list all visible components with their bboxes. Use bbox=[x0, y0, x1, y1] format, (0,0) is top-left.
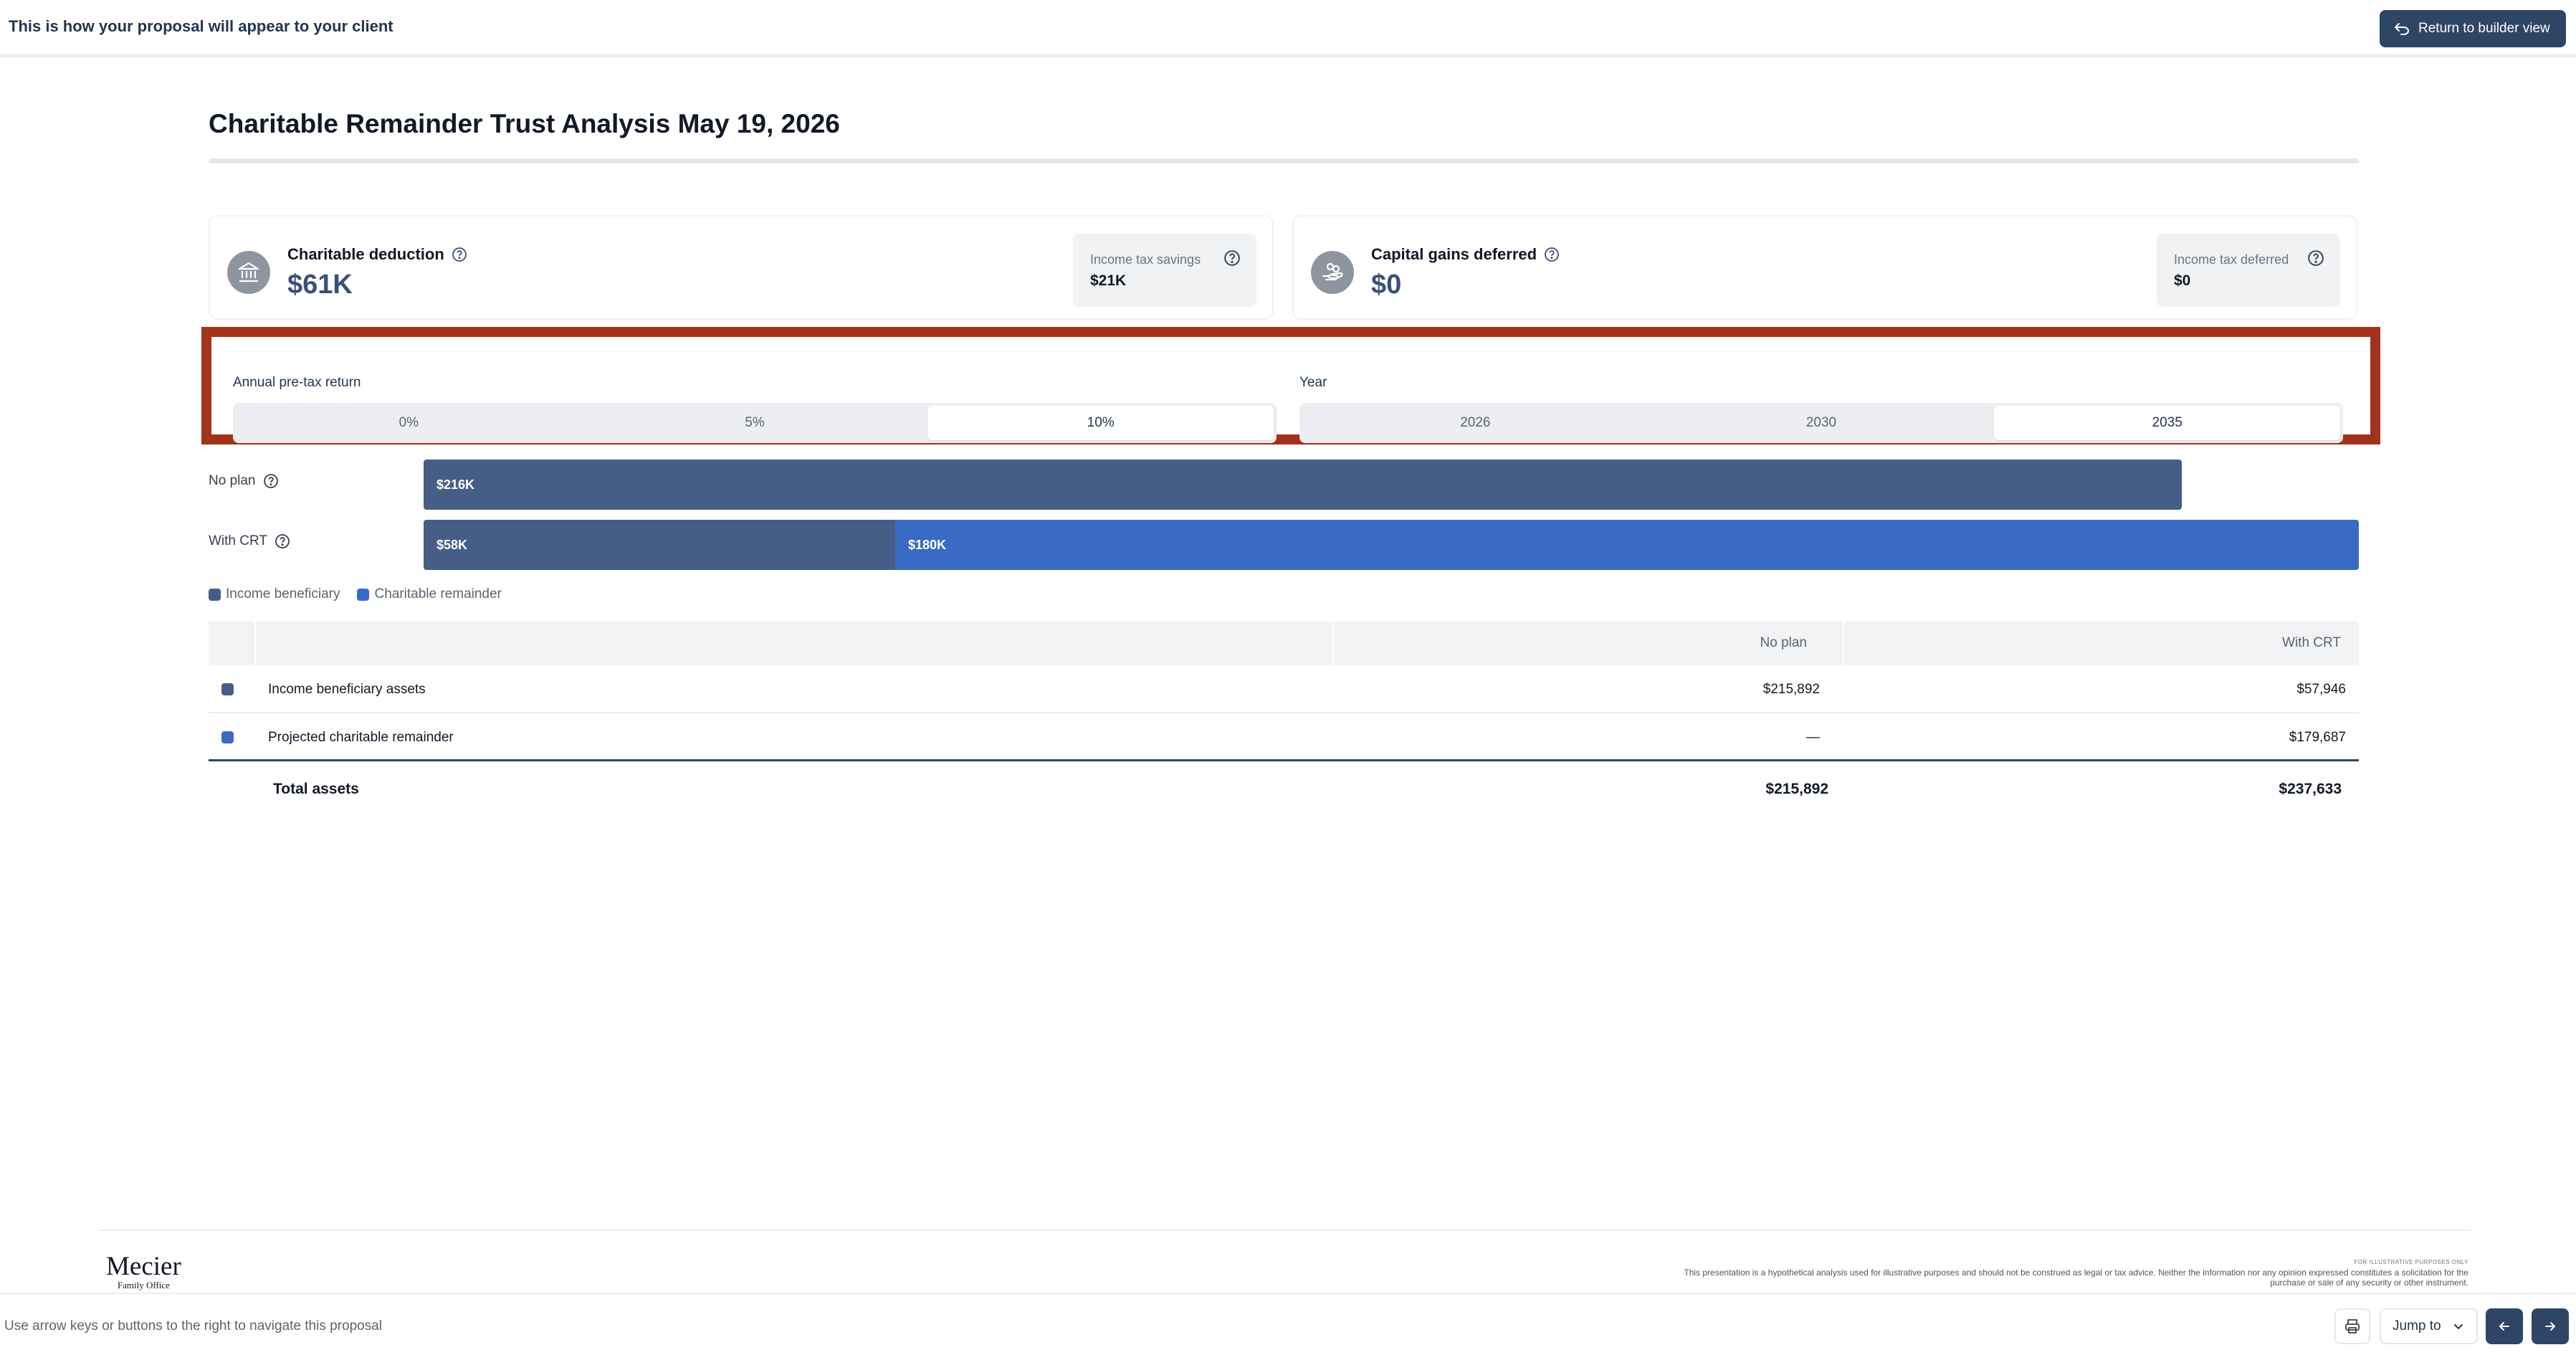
controls-panel: Annual pre-tax return 0% 5% 10% Year 202… bbox=[219, 344, 2363, 443]
arrow-right-icon bbox=[2545, 1322, 2555, 1331]
capital-gains-label: Capital gains deferred bbox=[1371, 245, 1560, 264]
annual-return-toggle: 0% 5% 10% bbox=[233, 403, 1277, 443]
income-tax-savings-value: $21K bbox=[1090, 272, 1127, 289]
bank-icon bbox=[227, 251, 270, 294]
hand-coins-icon bbox=[1311, 251, 1354, 294]
row-with-crt-value: $179,687 bbox=[2289, 730, 2346, 745]
bar-value-label: $58K bbox=[437, 537, 468, 552]
annual-return-label: Annual pre-tax return bbox=[233, 375, 361, 390]
legend-item-charitable-remainder: Charitable remainder bbox=[357, 586, 502, 602]
return-option-5[interactable]: 5% bbox=[582, 406, 928, 440]
bar-value-label: $216K bbox=[437, 477, 475, 492]
highlight-frame: Annual pre-tax return 0% 5% 10% Year 202… bbox=[201, 327, 2380, 444]
print-button[interactable] bbox=[2334, 1308, 2370, 1344]
table-row: Projected charitable remainder — $179,68… bbox=[209, 713, 2359, 761]
legend-label: Charitable remainder bbox=[374, 586, 502, 602]
charitable-deduction-card: Charitable deduction $61K Income tax sav… bbox=[209, 215, 1274, 320]
disclaimer-text: This presentation is a hypothetical anal… bbox=[1684, 1268, 2468, 1288]
disclaimer-tag: FOR ILLUSTRATIVE PURPOSES ONLY bbox=[2354, 1259, 2468, 1265]
row-no-plan-value: — bbox=[1806, 730, 1820, 745]
table-total-row: Total assets $215,892 $237,633 bbox=[209, 761, 2359, 817]
with-crt-row-label: With CRT bbox=[209, 533, 290, 549]
title-divider bbox=[209, 158, 2359, 163]
row-name: Income beneficiary assets bbox=[268, 682, 426, 697]
return-option-0[interactable]: 0% bbox=[236, 406, 582, 440]
disclaimer: FOR ILLUSTRATIVE PURPOSES ONLY This pres… bbox=[1680, 1257, 2468, 1288]
help-icon[interactable] bbox=[263, 473, 279, 489]
capital-gains-label-text: Capital gains deferred bbox=[1371, 245, 1537, 263]
year-option-2035[interactable]: 2035 bbox=[1994, 406, 2341, 440]
income-tax-deferred-value: $0 bbox=[2174, 272, 2191, 289]
next-slide-button[interactable] bbox=[2532, 1308, 2569, 1344]
year-option-2030[interactable]: 2030 bbox=[1649, 406, 1995, 440]
help-icon[interactable] bbox=[452, 247, 467, 262]
capital-gains-card: Capital gains deferred $0 Income tax def… bbox=[1292, 215, 2357, 320]
col-header-no-plan: No plan bbox=[1760, 635, 1808, 650]
help-icon[interactable] bbox=[1544, 247, 1560, 262]
page-title: Charitable Remainder Trust Analysis May … bbox=[209, 109, 840, 138]
charitable-deduction-value: $61K bbox=[287, 270, 353, 300]
row-with-crt-value: $57,946 bbox=[2296, 682, 2346, 697]
jump-to-label: Jump to bbox=[2393, 1318, 2441, 1333]
preview-banner-text: This is how your proposal will appear to… bbox=[9, 17, 393, 35]
return-arrow-icon bbox=[2395, 23, 2409, 35]
no-plan-label-text: No plan bbox=[209, 473, 256, 488]
income-tax-savings-label: Income tax savings bbox=[1090, 252, 1201, 267]
col-header-with-crt: With CRT bbox=[2282, 635, 2341, 650]
logo-sub: Family Office bbox=[117, 1280, 170, 1290]
total-no-plan-value: $215,892 bbox=[1765, 781, 1828, 797]
arrow-left-icon bbox=[2499, 1322, 2509, 1331]
row-name: Projected charitable remainder bbox=[268, 730, 454, 745]
bar-segment-charitable-remainder: $180K bbox=[895, 520, 2359, 570]
total-label: Total assets bbox=[273, 781, 359, 797]
year-toggle: 2026 2030 2035 bbox=[1299, 403, 2343, 443]
table-row: Income beneficiary assets $215,892 $57,9… bbox=[209, 665, 2359, 713]
legend-swatch bbox=[357, 588, 370, 601]
help-icon[interactable] bbox=[1223, 249, 1241, 267]
printer-icon bbox=[2345, 1319, 2360, 1333]
return-option-10[interactable]: 10% bbox=[927, 406, 1274, 440]
income-tax-deferred-box: Income tax deferred $0 bbox=[2157, 234, 2340, 307]
table-header: No plan With CRT bbox=[209, 621, 2359, 665]
income-tax-savings-box: Income tax savings $21K bbox=[1073, 234, 1256, 307]
total-with-crt-value: $237,633 bbox=[2279, 781, 2342, 797]
return-to-builder-button[interactable]: Return to builder view bbox=[2380, 10, 2566, 47]
income-tax-deferred-label: Income tax deferred bbox=[2174, 252, 2289, 267]
help-icon[interactable] bbox=[275, 533, 290, 549]
legend-label: Income beneficiary bbox=[226, 586, 340, 602]
charitable-deduction-label: Charitable deduction bbox=[287, 245, 467, 264]
year-label: Year bbox=[1299, 375, 1327, 390]
chevron-down-icon bbox=[2454, 1324, 2463, 1330]
row-swatch bbox=[221, 731, 234, 743]
navigation-hint: Use arrow keys or buttons to the right t… bbox=[4, 1318, 382, 1333]
legend-swatch bbox=[209, 588, 221, 601]
navigation-bar: Use arrow keys or buttons to the right t… bbox=[0, 1293, 2576, 1355]
bar-value-label: $180K bbox=[908, 537, 947, 552]
legend-item-income-beneficiary: Income beneficiary bbox=[209, 586, 340, 602]
row-no-plan-value: $215,892 bbox=[1762, 682, 1820, 697]
capital-gains-value: $0 bbox=[1371, 270, 1402, 300]
bar-segment-income-beneficiary: $58K bbox=[424, 520, 895, 570]
previous-slide-button[interactable] bbox=[2486, 1308, 2523, 1344]
firm-logo: Mecier Family Office bbox=[106, 1253, 181, 1290]
help-icon[interactable] bbox=[2307, 249, 2324, 267]
preview-banner: This is how your proposal will appear to… bbox=[0, 0, 2576, 57]
no-plan-row-label: No plan bbox=[209, 473, 279, 489]
chart-legend: Income beneficiary Charitable remainder bbox=[209, 586, 502, 602]
row-swatch bbox=[221, 683, 234, 695]
logo-main: Mecier bbox=[106, 1252, 181, 1281]
assets-table: No plan With CRT Income beneficiary asse… bbox=[209, 621, 2359, 817]
jump-to-dropdown[interactable]: Jump to bbox=[2380, 1308, 2478, 1344]
with-crt-label-text: With CRT bbox=[209, 533, 267, 548]
return-to-builder-label: Return to builder view bbox=[2418, 21, 2550, 36]
charitable-deduction-label-text: Charitable deduction bbox=[287, 245, 444, 263]
footer-divider bbox=[98, 1230, 2471, 1231]
year-option-2026[interactable]: 2026 bbox=[1302, 406, 1649, 440]
bar-segment-income-beneficiary: $216K bbox=[424, 460, 2182, 510]
